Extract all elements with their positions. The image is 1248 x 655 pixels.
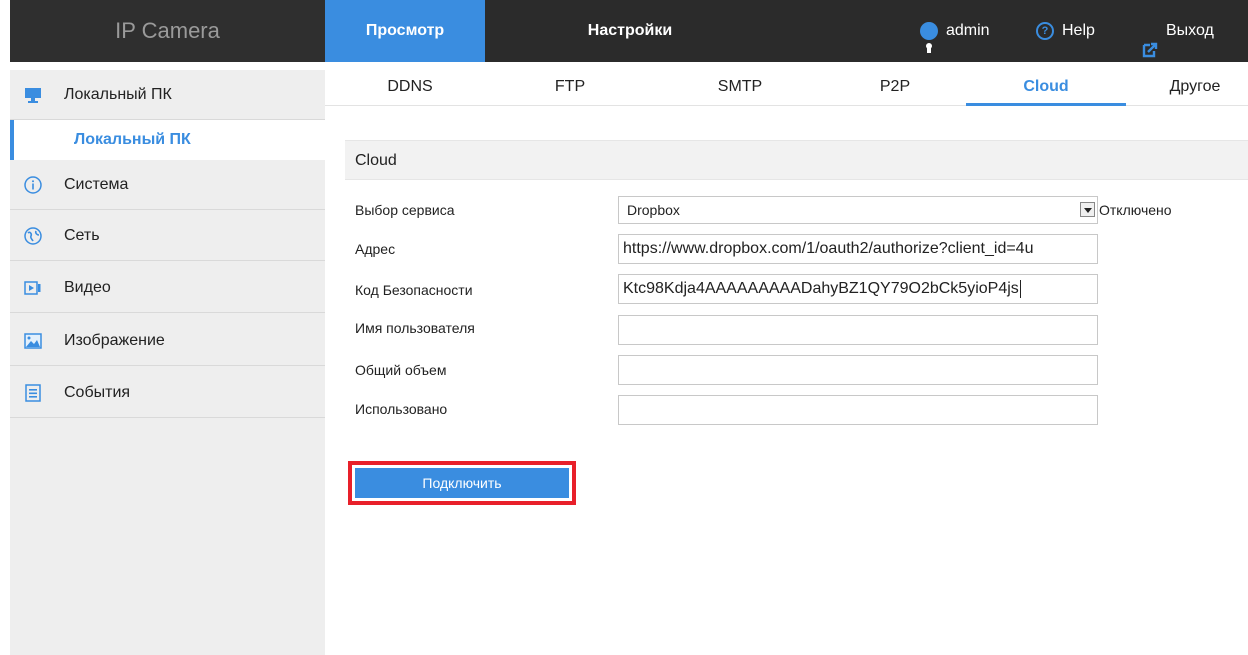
- brand-title: IP Camera: [10, 0, 325, 62]
- sidebar-item-local-pc[interactable]: Локальный ПК: [10, 70, 325, 120]
- subtab-bar: DDNS FTP SMTP P2P Cloud Другое: [325, 70, 1248, 106]
- sidebar-item-events[interactable]: События: [10, 368, 325, 418]
- total-volume-label: Общий объем: [355, 362, 447, 378]
- used-field[interactable]: [618, 395, 1098, 425]
- sidebar-item-image[interactable]: Изображение: [10, 316, 325, 366]
- service-status: Отключено: [1099, 202, 1172, 218]
- image-icon: [24, 332, 42, 350]
- service-label: Выбор сервиса: [355, 202, 455, 218]
- user-icon: [920, 22, 938, 53]
- address-label: Адрес: [355, 241, 396, 257]
- sidebar-item-label: Изображение: [64, 331, 165, 349]
- sidebar: Локальный ПК Локальный ПК Система Сеть В…: [10, 70, 325, 655]
- video-icon: [24, 279, 42, 297]
- sidebar-subitem-label: Локальный ПК: [74, 131, 191, 148]
- tab-p2p[interactable]: P2P: [835, 70, 955, 106]
- globe-icon: [24, 226, 42, 245]
- tab-settings[interactable]: Настройки: [560, 0, 700, 62]
- sidebar-subitem-local-pc[interactable]: Локальный ПК: [10, 120, 325, 160]
- connect-button[interactable]: Подключить: [355, 468, 569, 498]
- sidebar-item-label: Система: [64, 175, 129, 193]
- address-field[interactable]: https://www.dropbox.com/1/oauth2/authori…: [618, 234, 1098, 264]
- tab-other[interactable]: Другое: [1145, 70, 1245, 106]
- connect-button-highlight: Подключить: [348, 461, 576, 505]
- help-label: Help: [1062, 22, 1095, 39]
- help-link[interactable]: ? Help: [1036, 0, 1095, 62]
- help-icon: ?: [1036, 22, 1054, 40]
- security-code-field[interactable]: Ktc98Kdja4AAAAAAAAADahyBZ1QY79O2bCk5yioP…: [618, 274, 1098, 304]
- tab-ftp[interactable]: FTP: [515, 70, 625, 106]
- text-cursor: [1019, 279, 1021, 298]
- top-bar: IP Camera Просмотр Настройки admin ? Hel…: [0, 0, 1248, 70]
- sidebar-item-network[interactable]: Сеть: [10, 211, 325, 261]
- sidebar-item-system[interactable]: Система: [10, 160, 325, 210]
- used-label: Использовано: [355, 401, 448, 417]
- section-header: Cloud: [345, 140, 1248, 180]
- monitor-icon: [24, 86, 42, 104]
- info-icon: [24, 175, 42, 194]
- logout-icon: [1142, 23, 1158, 58]
- security-code-label: Код Безопасности: [355, 282, 473, 298]
- tab-cloud[interactable]: Cloud: [966, 70, 1126, 106]
- tab-view[interactable]: Просмотр: [325, 0, 485, 62]
- username-label: Имя пользователя: [355, 320, 475, 336]
- tab-ddns[interactable]: DDNS: [345, 70, 475, 106]
- logout-link[interactable]: Выход: [1142, 0, 1214, 62]
- app-root: IP Camera Просмотр Настройки admin ? Hel…: [0, 0, 1248, 655]
- service-select[interactable]: Dropbox: [618, 196, 1098, 224]
- list-icon: [24, 383, 42, 402]
- tab-smtp[interactable]: SMTP: [675, 70, 805, 106]
- service-select-value: Dropbox: [627, 202, 680, 218]
- sidebar-item-label: События: [64, 383, 131, 401]
- security-code-value: Ktc98Kdja4AAAAAAAAADahyBZ1QY79O2bCk5yioP…: [623, 280, 1019, 297]
- total-volume-field[interactable]: [618, 355, 1098, 385]
- user-menu[interactable]: admin: [920, 0, 990, 62]
- sidebar-item-video[interactable]: Видео: [10, 263, 325, 313]
- username: admin: [946, 22, 990, 39]
- chevron-down-icon[interactable]: [1080, 202, 1095, 217]
- username-field[interactable]: [618, 315, 1098, 345]
- sidebar-item-label: Локальный ПК: [64, 85, 172, 103]
- logout-label: Выход: [1166, 22, 1214, 39]
- sidebar-item-label: Сеть: [64, 226, 100, 244]
- sidebar-item-label: Видео: [64, 278, 111, 296]
